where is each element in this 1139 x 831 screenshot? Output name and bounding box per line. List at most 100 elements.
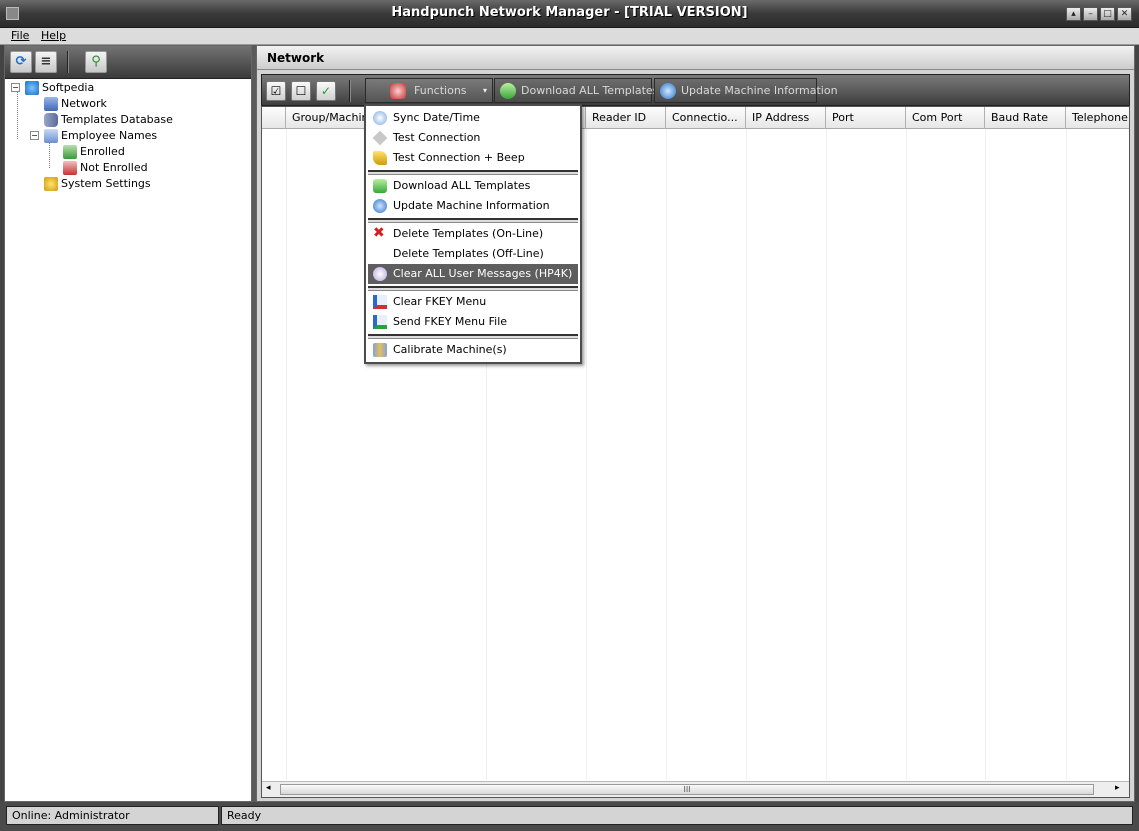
menu-item-label: Delete Templates (On-Line) bbox=[393, 227, 544, 240]
tree-label: Enrolled bbox=[80, 145, 125, 158]
tree-label: System Settings bbox=[61, 177, 151, 190]
status-bar: Online: Administrator Ready bbox=[0, 802, 1139, 831]
functions-menu: Sync Date/Time Test Connection Test Conn… bbox=[364, 104, 582, 364]
menu-item-label: Sync Date/Time bbox=[393, 111, 480, 124]
report-icon[interactable]: ≡ bbox=[35, 51, 57, 73]
menu-item-label: Download ALL Templates bbox=[393, 179, 531, 192]
navigation-panel: ⟳ ≡ ⚲ − Softpedia Network Templates Data… bbox=[4, 45, 252, 802]
menu-item-clear-all-user-messages[interactable]: Clear ALL User Messages (HP4K) bbox=[368, 264, 578, 284]
refresh-icon[interactable]: ⟳ bbox=[10, 51, 32, 73]
menu-separator bbox=[368, 286, 578, 291]
menu-item-sync-date-time[interactable]: Sync Date/Time bbox=[368, 108, 578, 128]
menu-item-delete-templates-online[interactable]: ✖ Delete Templates (On-Line) bbox=[368, 224, 578, 244]
grid-line bbox=[286, 129, 287, 780]
tree-label: Templates Database bbox=[61, 113, 173, 126]
menu-separator bbox=[368, 334, 578, 339]
menu-item-test-connection[interactable]: Test Connection bbox=[368, 128, 578, 148]
menu-item-label: Test Connection + Beep bbox=[393, 151, 525, 164]
tree-label: Softpedia bbox=[42, 81, 95, 94]
grid-line bbox=[906, 129, 907, 780]
scroll-left-icon[interactable]: ◂ bbox=[266, 783, 271, 793]
column-header-port[interactable]: Port bbox=[826, 107, 906, 129]
check-enrolled-icon[interactable]: ✓ bbox=[316, 81, 336, 101]
update-machine-information-button[interactable]: Update Machine Information bbox=[654, 78, 838, 103]
menu-item-test-connection-beep[interactable]: Test Connection + Beep bbox=[368, 148, 578, 168]
speech-bubble-icon bbox=[373, 267, 387, 281]
column-header-reader-id[interactable]: Reader ID bbox=[586, 107, 666, 129]
menu-item-label: Update Machine Information bbox=[393, 199, 550, 212]
tree-item-templates-database[interactable]: Templates Database bbox=[44, 112, 173, 128]
tree-label: Network bbox=[61, 97, 107, 110]
menu-help[interactable]: Help bbox=[39, 29, 68, 42]
tree-item-enrolled[interactable]: Enrolled bbox=[63, 144, 125, 160]
column-header-connection[interactable]: Connectio... bbox=[666, 107, 746, 129]
menu-item-calibrate-machines[interactable]: Calibrate Machine(s) bbox=[368, 340, 578, 360]
menu-file[interactable]: File bbox=[9, 29, 31, 42]
tree-item-system-settings[interactable]: System Settings bbox=[44, 176, 151, 192]
menu-item-update-machine-information[interactable]: Update Machine Information bbox=[368, 196, 578, 216]
horizontal-scrollbar[interactable]: ◂ III ▸ bbox=[262, 781, 1129, 797]
menu-item-delete-templates-offline[interactable]: Delete Templates (Off-Line) bbox=[368, 244, 578, 264]
info-icon bbox=[660, 83, 676, 99]
menu-separator bbox=[368, 218, 578, 223]
sync-clock-icon bbox=[373, 111, 387, 125]
tree-item-not-enrolled[interactable]: Not Enrolled bbox=[63, 160, 148, 176]
column-header-telephone[interactable]: Telephone bbox=[1066, 107, 1129, 129]
info-icon bbox=[373, 199, 387, 213]
left-toolbar: ⟳ ≡ ⚲ bbox=[5, 46, 251, 79]
menu-item-label: Delete Templates (Off-Line) bbox=[393, 247, 544, 260]
search-icon[interactable]: ⚲ bbox=[85, 51, 107, 73]
title-bar: Handpunch Network Manager - [TRIAL VERSI… bbox=[0, 0, 1139, 28]
maximize-button[interactable]: □ bbox=[1100, 7, 1115, 21]
column-header-ip-address[interactable]: IP Address bbox=[746, 107, 826, 129]
collapse-toggle[interactable]: − bbox=[30, 131, 39, 140]
menu-item-send-fkey-menu-file[interactable]: Send FKEY Menu File bbox=[368, 312, 578, 332]
row-selector-header[interactable] bbox=[262, 107, 286, 129]
uncheck-all-icon[interactable]: ☐ bbox=[291, 81, 311, 101]
download-arrow-icon bbox=[373, 179, 387, 193]
panel-title: Network bbox=[257, 46, 1134, 70]
tree-label: Not Enrolled bbox=[80, 161, 148, 174]
column-header-baud-rate[interactable]: Baud Rate bbox=[985, 107, 1066, 129]
grid-line bbox=[985, 129, 986, 780]
fkey-send-icon bbox=[373, 315, 387, 329]
close-button[interactable]: ✕ bbox=[1117, 7, 1132, 21]
tree-label: Employee Names bbox=[61, 129, 158, 142]
red-x-icon: ✖ bbox=[373, 225, 385, 241]
calibrate-icon bbox=[373, 343, 387, 357]
globe-icon bbox=[25, 81, 39, 95]
enrolled-check-icon bbox=[63, 145, 77, 159]
tree-item-network[interactable]: Network bbox=[44, 96, 107, 112]
restore-button[interactable]: – bbox=[1083, 7, 1098, 21]
menu-item-download-all-templates[interactable]: Download ALL Templates bbox=[368, 176, 578, 196]
network-icon bbox=[44, 97, 58, 111]
check-all-icon[interactable]: ☑ bbox=[266, 81, 286, 101]
functions-label: Functions bbox=[414, 84, 467, 97]
database-icon bbox=[44, 113, 58, 127]
scroll-right-icon[interactable]: ▸ bbox=[1115, 783, 1120, 793]
tools-icon bbox=[390, 83, 406, 99]
minimize-button[interactable]: ▴ bbox=[1066, 7, 1081, 21]
menu-item-label: Clear FKEY Menu bbox=[393, 295, 487, 308]
column-header-com-port[interactable]: Com Port bbox=[906, 107, 985, 129]
download-all-templates-button[interactable]: Download ALL Templates bbox=[494, 78, 658, 103]
download-arrow-icon bbox=[500, 83, 516, 99]
menu-item-label: Test Connection bbox=[393, 131, 481, 144]
menu-item-label: Calibrate Machine(s) bbox=[393, 343, 507, 356]
functions-dropdown-button[interactable]: Functions ▾ bbox=[365, 78, 493, 103]
scroll-thumb[interactable]: III bbox=[280, 784, 1094, 795]
menu-item-clear-fkey-menu[interactable]: Clear FKEY Menu bbox=[368, 292, 578, 312]
tree-item-employee-names[interactable]: Employee Names bbox=[44, 128, 157, 144]
download-label: Download ALL Templates bbox=[521, 84, 659, 97]
grid-line bbox=[746, 129, 747, 780]
menu-bar: File Help bbox=[0, 28, 1139, 45]
tree-item-softpedia[interactable]: Softpedia bbox=[25, 80, 94, 96]
fkey-tree-icon bbox=[373, 295, 387, 309]
menu-separator bbox=[368, 170, 578, 175]
window-title: Handpunch Network Manager - [TRIAL VERSI… bbox=[391, 5, 748, 20]
chevron-down-icon: ▾ bbox=[483, 86, 488, 95]
settings-gear-icon bbox=[44, 177, 58, 191]
status-user: Online: Administrator bbox=[6, 806, 219, 825]
collapse-toggle[interactable]: − bbox=[11, 83, 20, 92]
test-diamond-icon bbox=[372, 130, 388, 146]
